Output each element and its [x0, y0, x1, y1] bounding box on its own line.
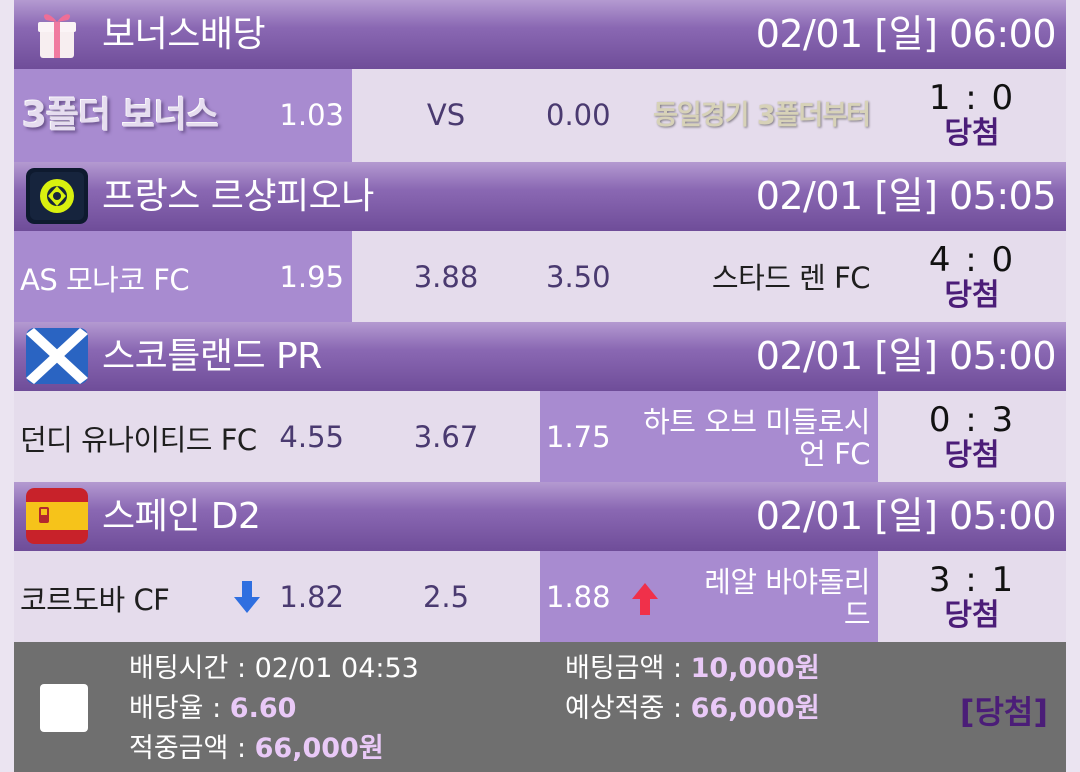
away-bet-cell[interactable]: 3.50 스타드 렌 FC	[540, 231, 878, 324]
gift-box-icon	[26, 6, 88, 62]
score-cell: 1 : 0 당첨	[878, 69, 1066, 162]
result-label: 당첨	[944, 438, 1000, 473]
score-cell: 0 : 3 당첨	[878, 391, 1066, 484]
odds-label: 배당율 :	[129, 693, 230, 724]
win-amount-label: 적중금액 :	[129, 733, 255, 764]
odds-value: 6.60	[229, 693, 297, 724]
score-cell: 3 : 1 당첨	[878, 551, 1066, 644]
match-row-spain: 코르도바 CF 1.82 2.5 1.88 레알 바야돌리드 3 : 1 당첨	[14, 551, 1066, 644]
score-cell: 4 : 0 당첨	[878, 231, 1066, 324]
league-name: 보너스배당	[102, 14, 266, 55]
win-amount: 적중금액 : 66,000원	[129, 731, 384, 767]
away-odd: 1.75	[546, 420, 611, 454]
bonus-title: 3폴더 보너스	[22, 95, 219, 136]
result-label: 당첨	[944, 116, 1000, 151]
draw-odd: 3.67	[413, 420, 479, 454]
spain-flag-icon	[26, 488, 88, 544]
expected-label: 예상적중 :	[565, 693, 691, 724]
away-bet-cell[interactable]: 1.75 하트 오브 미들로시언 FC	[540, 391, 878, 484]
match-time: 02/01 [일] 05:00	[755, 494, 1057, 538]
win-amount-value: 66,000원	[254, 733, 384, 764]
league-name: 스코틀랜드 PR	[102, 336, 322, 377]
select-checkbox[interactable]	[40, 684, 88, 732]
score: 4 : 0	[928, 240, 1016, 280]
home-odd: 4.55	[279, 420, 344, 454]
home-bet-cell[interactable]: 3폴더 보너스 1.03	[14, 69, 352, 162]
home-odd: 1.03	[279, 98, 344, 132]
draw-odd: 3.88	[413, 260, 479, 294]
odds: 배당율 : 6.60	[129, 691, 296, 727]
away-team: 레알 바야돌리드	[704, 564, 870, 631]
home-bet-cell[interactable]: 코르도바 CF 1.82	[14, 551, 352, 644]
match-row-scotland: 던디 유나이티드 FC 4.55 3.67 1.75 하트 오브 미들로시언 F…	[14, 391, 1066, 484]
away-odd: 0.00	[546, 98, 611, 132]
ligue1-logo-icon	[26, 168, 88, 224]
home-bet-cell[interactable]: 던디 유나이티드 FC 4.55	[14, 391, 352, 484]
scotland-flag-icon	[26, 328, 88, 384]
away-bet-cell[interactable]: 1.88 레알 바야돌리드	[540, 551, 878, 644]
bet-summary: 배팅시간 : 02/01 04:53 배당율 : 6.60 적중금액 : 66,…	[14, 642, 1066, 772]
away-team: 하트 오브 미들로시언 FC	[643, 404, 870, 471]
home-odd: 1.82	[279, 580, 344, 614]
away-odd: 3.50	[546, 260, 611, 294]
league-header-bonus: 보너스배당 02/01 [일] 06:00	[14, 0, 1066, 69]
league-name: 스페인 D2	[102, 496, 261, 537]
home-odd: 1.95	[279, 260, 344, 294]
draw-odd: 2.5	[422, 580, 470, 614]
expected-value: 66,000원	[690, 693, 820, 724]
league-header-france: 프랑스 르샹피오나 02/01 [일] 05:05	[14, 162, 1066, 231]
bet-time-value: 02/01 04:53	[254, 653, 419, 684]
expected-win: 예상적중 : 66,000원	[565, 691, 820, 727]
arrow-up-icon	[632, 583, 658, 615]
away-bet-cell: 0.00 동일경기 3폴더부터	[540, 69, 878, 162]
score: 3 : 1	[928, 560, 1016, 600]
result-label: 당첨	[944, 278, 1000, 313]
bet-amount-label: 배팅금액 :	[565, 653, 691, 684]
match-time: 02/01 [일] 05:05	[755, 174, 1057, 218]
draw-bet-cell[interactable]: 3.88	[352, 231, 540, 324]
home-team: AS 모나코 FC	[20, 262, 190, 297]
bonus-note: 동일경기 3폴더부터	[653, 100, 871, 131]
bet-amount-value: 10,000원	[690, 653, 820, 684]
bet-time-label: 배팅시간 :	[129, 653, 255, 684]
match-time: 02/01 [일] 06:00	[755, 12, 1057, 56]
draw-bet-cell: VS	[352, 69, 540, 162]
match-time: 02/01 [일] 05:00	[755, 334, 1057, 378]
vs-label: VS	[426, 98, 466, 132]
arrow-down-icon	[234, 581, 260, 613]
league-header-spain: 스페인 D2 02/01 [일] 05:00	[14, 482, 1066, 551]
match-row-bonus: 3폴더 보너스 1.03 VS 0.00 동일경기 3폴더부터 1 : 0 당첨	[14, 69, 1066, 162]
score: 0 : 3	[928, 400, 1016, 440]
home-team: 던디 유나이티드 FC	[20, 422, 257, 457]
match-row-france: AS 모나코 FC 1.95 3.88 3.50 스타드 렌 FC 4 : 0 …	[14, 231, 1066, 324]
bet-time: 배팅시간 : 02/01 04:53	[129, 651, 419, 687]
league-header-scotland: 스코틀랜드 PR 02/01 [일] 05:00	[14, 322, 1066, 391]
league-name: 프랑스 르샹피오나	[102, 176, 374, 217]
away-team: 스타드 렌 FC	[711, 260, 871, 295]
draw-bet-cell[interactable]: 2.5	[352, 551, 540, 644]
result-label: 당첨	[944, 598, 1000, 633]
away-odd: 1.88	[546, 580, 611, 614]
draw-bet-cell[interactable]: 3.67	[352, 391, 540, 484]
score: 1 : 0	[928, 78, 1016, 118]
result-status: [당첨]	[959, 693, 1048, 731]
home-bet-cell[interactable]: AS 모나코 FC 1.95	[14, 231, 352, 324]
bet-amount: 배팅금액 : 10,000원	[565, 651, 820, 687]
